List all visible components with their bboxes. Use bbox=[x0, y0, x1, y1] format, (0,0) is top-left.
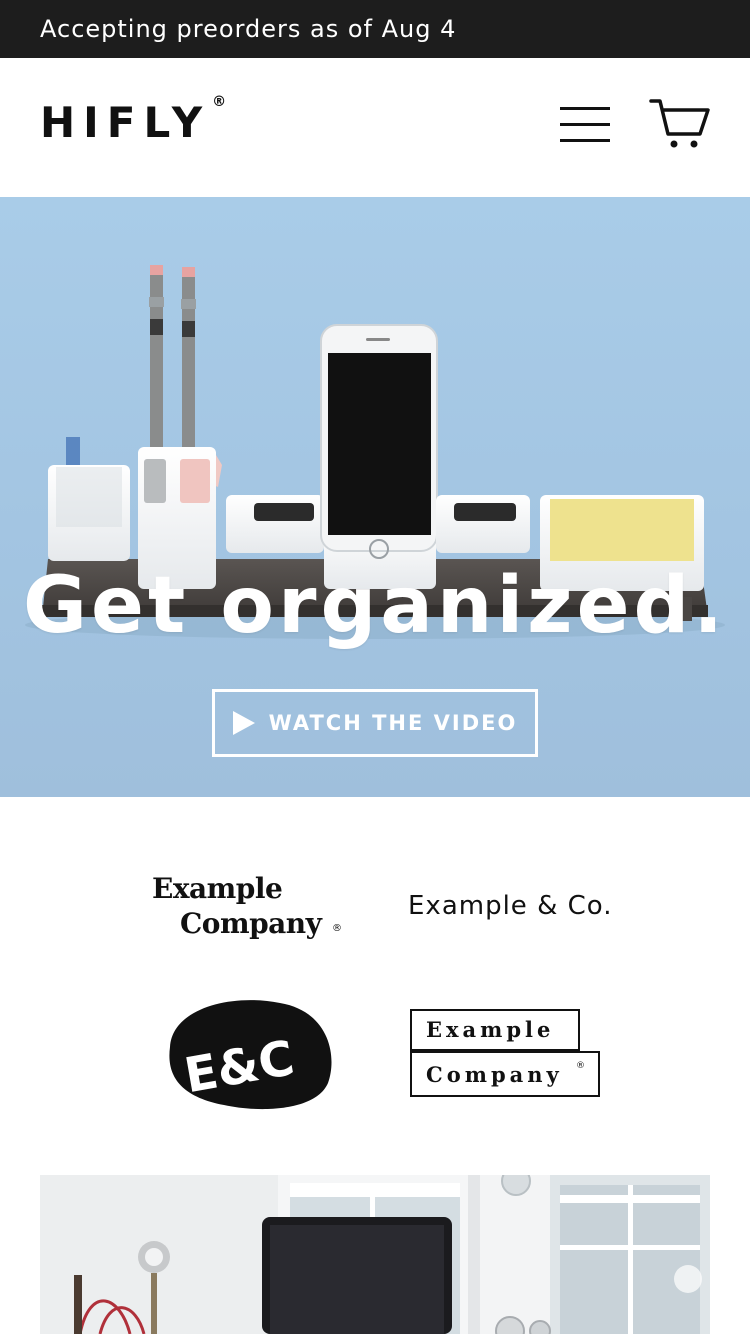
press-logo-4-line2: Company bbox=[426, 1062, 563, 1087]
press-logo-3[interactable]: E&C bbox=[160, 995, 336, 1111]
announcement-bar: Accepting preorders as of Aug 4 bbox=[0, 0, 750, 58]
site-header: HIFLY ® bbox=[0, 58, 750, 197]
press-logo-4-line1: Example bbox=[426, 1017, 555, 1042]
play-icon bbox=[232, 711, 255, 735]
press-logo-3-blob: E&C bbox=[169, 1000, 332, 1110]
press-logo-2[interactable]: Example & Co. bbox=[408, 891, 612, 921]
brand-logo[interactable]: HIFLY ® bbox=[40, 95, 226, 144]
press-logo-1-line2: Company bbox=[180, 907, 322, 940]
brand-name: HIFLY bbox=[40, 98, 211, 147]
press-logo-4-mark: ® bbox=[576, 1061, 585, 1071]
hamburger-icon bbox=[560, 107, 610, 142]
press-logo-1-line1: Example bbox=[152, 872, 283, 905]
press-logo-1[interactable]: Example Company ® bbox=[152, 875, 352, 945]
lifestyle-photo-art bbox=[40, 1175, 710, 1334]
menu-button[interactable] bbox=[558, 100, 614, 144]
cart-button[interactable] bbox=[648, 96, 712, 152]
hero-title: Get organized. bbox=[23, 561, 727, 651]
announcement-text: Accepting preorders as of Aug 4 bbox=[40, 15, 457, 43]
press-logos-section: Example Company ® Example & Co. E&C Exam… bbox=[0, 797, 750, 1175]
watch-video-label: WATCH THE VIDEO bbox=[268, 711, 518, 735]
brand-registered-mark: ® bbox=[212, 94, 227, 110]
press-logo-4[interactable]: Example Company ® bbox=[410, 1009, 602, 1099]
press-logo-1-mark: ® bbox=[332, 923, 342, 934]
lifestyle-photo bbox=[40, 1175, 710, 1334]
cart-icon bbox=[649, 99, 710, 148]
watch-video-button[interactable]: WATCH THE VIDEO bbox=[212, 689, 538, 757]
hero-banner: Get organized. WATCH THE VIDEO bbox=[0, 197, 750, 797]
